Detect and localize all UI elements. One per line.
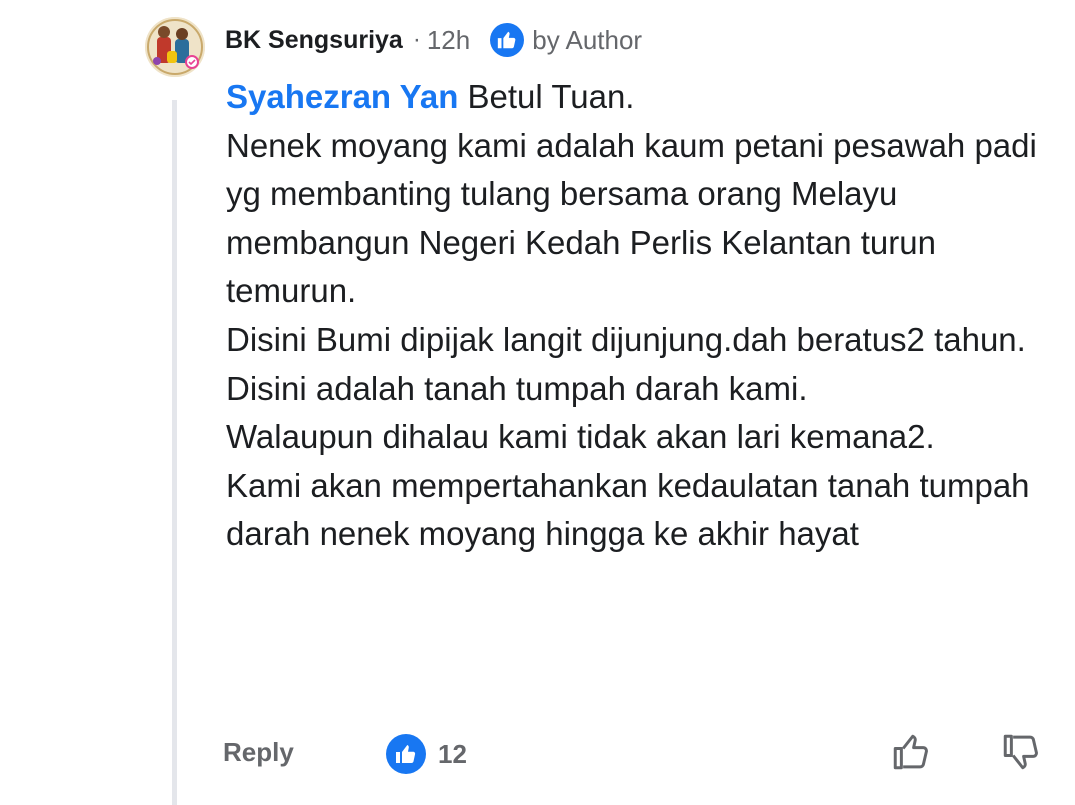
thread-line [172,100,177,805]
reaction-count: 12 [438,738,467,769]
comment-line: Walaupun dihalau kami tidak akan lari ke… [226,418,935,456]
comment-line: Kami akan mempertahankan kedaulatan tana… [226,466,1030,553]
comment-text: Betul Tuan. [458,78,635,115]
avatar-image [145,17,205,77]
thumbs-down-outline-icon[interactable] [1000,731,1042,778]
mention-link[interactable]: Syahezran Yan [226,78,458,115]
comment-line: Syahezran Yan Betul Tuan. [226,73,1056,122]
comment-line: Nenek moyang kami adalah kaum petani pes… [226,126,1037,310]
avatar[interactable] [145,17,205,77]
thumbs-up-outline-icon[interactable] [890,731,932,778]
author-badge-label: by Author [532,24,643,55]
author-name[interactable]: BK Sengsuriya [225,26,403,55]
separator-dot: · [412,26,421,53]
reaction-summary[interactable]: 12 [386,734,467,774]
author-badge: by Author [490,23,642,57]
comment-header: BK Sengsuriya · 12h by Author [225,20,642,60]
comment-line: Disini adalah tanah tumpah darah kami. [226,369,808,407]
comment-line: Disini Bumi dipijak langit dijunjung.dah… [226,320,1026,358]
thumbs-up-icon [490,23,525,57]
reply-button[interactable]: Reply [223,737,294,768]
comment-body: Syahezran Yan Betul Tuan. Nenek moyang k… [226,73,1056,559]
like-reaction-icon [386,734,426,774]
timestamp[interactable]: 12h [427,25,470,56]
